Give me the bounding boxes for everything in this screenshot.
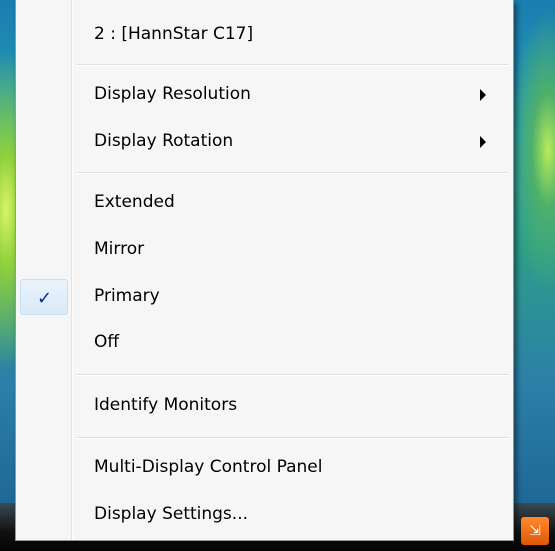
menu-item-off[interactable]: Off bbox=[18, 324, 511, 362]
menu-item-label: Multi-Display Control Panel bbox=[94, 457, 323, 477]
menu-separator bbox=[76, 437, 509, 439]
menu-item-primary[interactable]: ✓ Primary bbox=[18, 278, 511, 316]
menu-separator bbox=[76, 172, 509, 174]
menu-item-label: Identify Monitors bbox=[94, 395, 238, 415]
menu-item-label: Off bbox=[94, 332, 120, 352]
menu-item-display-rotation[interactable]: Display Rotation bbox=[18, 123, 511, 161]
menu-item-label: Extended bbox=[94, 192, 175, 212]
menu-item-mirror[interactable]: Mirror bbox=[18, 231, 511, 269]
menu-item-extended[interactable]: Extended bbox=[18, 184, 511, 222]
menu-item-label: Mirror bbox=[94, 239, 145, 259]
menu-item-display-settings[interactable]: Display Settings... bbox=[18, 496, 511, 534]
menu-item-multi-display-control-panel[interactable]: Multi-Display Control Panel bbox=[18, 449, 511, 487]
menu-item-label: Display Rotation bbox=[94, 131, 234, 151]
menu-item-identify-monitors[interactable]: Identify Monitors bbox=[18, 387, 511, 425]
checkmark-icon: ✓ bbox=[37, 288, 53, 309]
submenu-arrow-icon bbox=[480, 136, 486, 148]
tray-usb-icon[interactable]: ⇲ bbox=[521, 517, 549, 545]
check-highlight: ✓ bbox=[20, 279, 68, 315]
menu-item-label: Display Settings... bbox=[94, 504, 249, 524]
menu-item-monitor-header[interactable]: 2 : [HannStar C17] bbox=[18, 16, 511, 54]
submenu-arrow-icon bbox=[480, 89, 486, 101]
context-menu: 2 : [HannStar C17] Display Resolution Di… bbox=[15, 0, 514, 541]
menu-item-label: Primary bbox=[94, 286, 160, 306]
menu-separator bbox=[76, 374, 509, 376]
menu-separator bbox=[76, 64, 509, 66]
menu-item-label: 2 : [HannStar C17] bbox=[94, 24, 254, 44]
menu-item-label: Display Resolution bbox=[94, 84, 251, 104]
menu-item-display-resolution[interactable]: Display Resolution bbox=[18, 76, 511, 114]
